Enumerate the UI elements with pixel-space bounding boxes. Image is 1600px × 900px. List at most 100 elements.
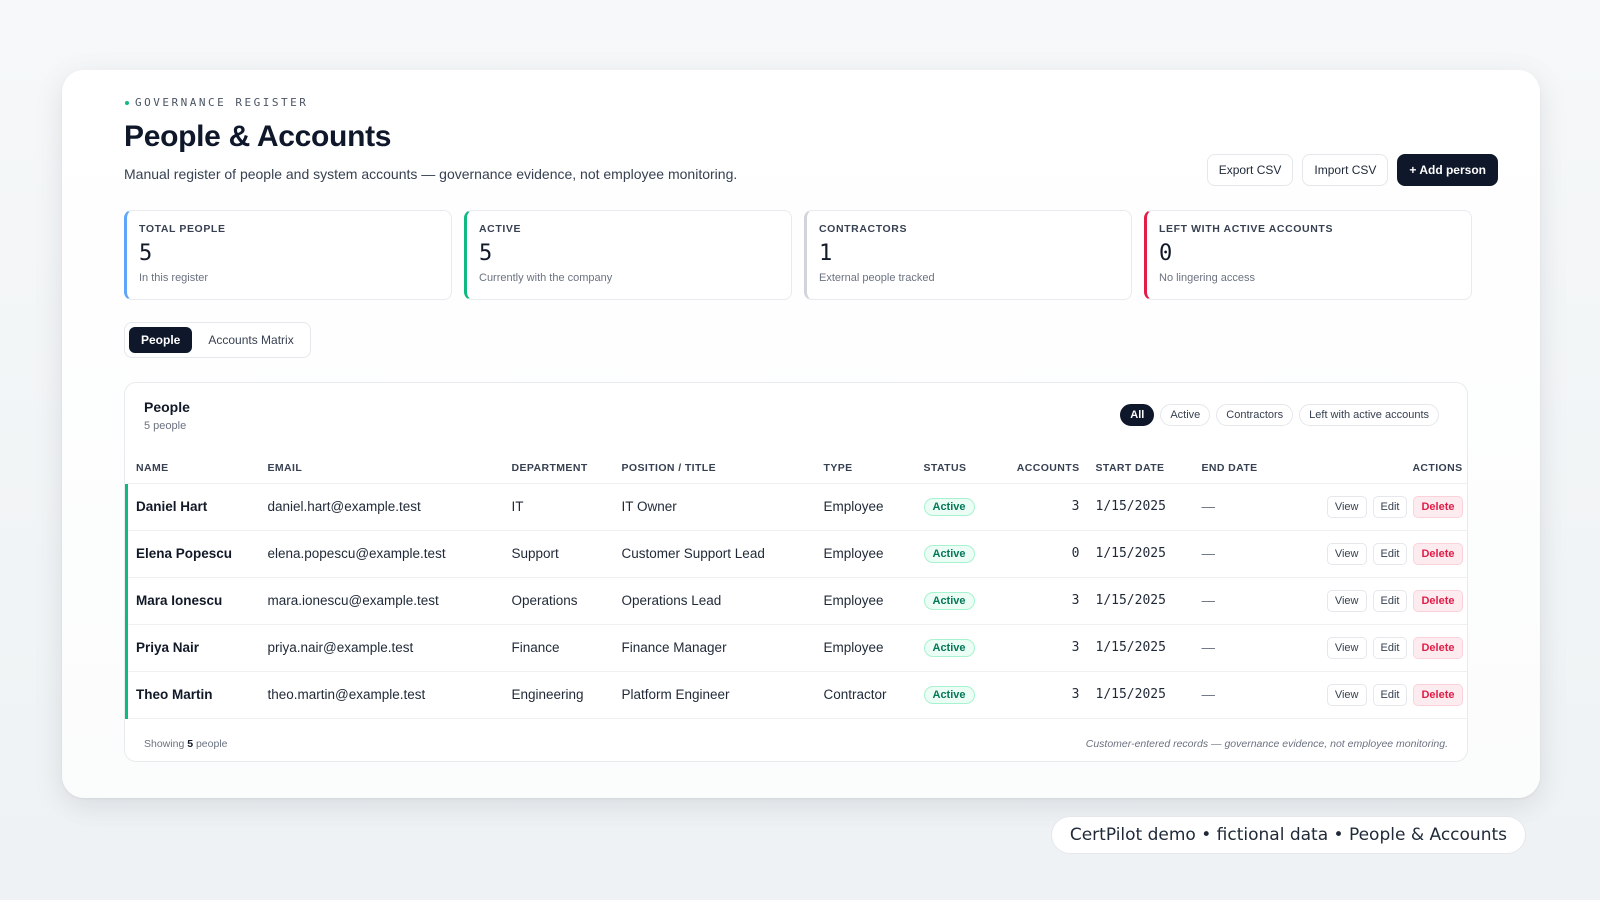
edit-button[interactable]: Edit — [1372, 683, 1408, 706]
filter-chips: All Active Contractors Left with active … — [1120, 404, 1439, 426]
stat-value: 5 — [139, 241, 153, 266]
delete-button[interactable]: Delete — [1413, 542, 1463, 565]
cell-type: Employee — [815, 530, 916, 578]
stat-label: LEFT WITH ACTIVE ACCOUNTS — [1159, 223, 1334, 235]
table-row[interactable]: Priya Nair priya.nair@example.test Finan… — [125, 624, 1467, 672]
people-table: NAME EMAIL DEPARTMENT POSITION / TITLE T… — [125, 453, 1467, 719]
cell-start-date: 1/15/2025 — [1087, 577, 1194, 625]
table-footer-count: Showing 5 people — [144, 738, 228, 750]
column-header-start-date[interactable]: START DATE — [1087, 453, 1194, 484]
cell-email: theo.martin@example.test — [259, 671, 504, 719]
delete-button[interactable]: Delete — [1413, 636, 1463, 659]
filter-contractors[interactable]: Contractors — [1216, 404, 1294, 426]
import-csv-button[interactable]: Import CSV — [1302, 154, 1389, 186]
stat-card-active: ACTIVE 5 Currently with the company — [464, 210, 792, 300]
cell-email: daniel.hart@example.test — [259, 483, 504, 531]
cell-name: Priya Nair — [125, 624, 260, 672]
delete-button[interactable]: Delete — [1413, 683, 1463, 706]
table-footer-note: Customer-entered records — governance ev… — [1085, 738, 1448, 750]
tab-people[interactable]: People — [129, 327, 193, 353]
view-button[interactable]: View — [1326, 589, 1367, 612]
column-header-email[interactable]: EMAIL — [259, 453, 504, 484]
panel-count: 5 people — [144, 420, 187, 432]
cell-start-date: 1/15/2025 — [1087, 530, 1194, 578]
stat-value: 1 — [819, 241, 833, 266]
cell-actions: View Edit Delete — [1285, 483, 1467, 531]
cell-department: IT — [503, 483, 614, 531]
add-person-button[interactable]: + Add person — [1397, 154, 1498, 186]
cell-position: Platform Engineer — [613, 671, 816, 719]
header-actions: Export CSV Import CSV + Add person — [1206, 154, 1498, 186]
status-badge: Active — [923, 685, 975, 704]
filter-active[interactable]: Active — [1160, 404, 1211, 426]
cell-start-date: 1/15/2025 — [1087, 671, 1194, 719]
status-badge: Active — [923, 544, 975, 563]
column-header-end-date[interactable]: END DATE — [1193, 453, 1286, 484]
stat-note: Currently with the company — [479, 272, 613, 284]
page-title: People & Accounts — [124, 120, 392, 153]
column-header-position[interactable]: POSITION / TITLE — [613, 453, 816, 484]
eyebrow-label: GOVERNANCE REGISTER — [135, 96, 309, 109]
delete-button[interactable]: Delete — [1413, 495, 1463, 518]
column-header-status[interactable]: STATUS — [915, 453, 1002, 484]
column-header-accounts[interactable]: ACCOUNTS — [1001, 453, 1088, 484]
view-button[interactable]: View — [1326, 636, 1367, 659]
status-dot-icon — [125, 100, 129, 105]
view-button[interactable]: View — [1326, 683, 1367, 706]
filter-all[interactable]: All — [1120, 404, 1155, 426]
edit-button[interactable]: Edit — [1372, 495, 1408, 518]
cell-name: Daniel Hart — [125, 483, 260, 531]
status-badge: Active — [923, 591, 975, 610]
cell-status: Active — [915, 530, 1002, 578]
edit-button[interactable]: Edit — [1372, 542, 1408, 565]
cell-email: elena.popescu@example.test — [259, 530, 504, 578]
cell-department: Support — [503, 530, 614, 578]
stat-label: TOTAL PEOPLE — [139, 223, 226, 235]
cell-name: Theo Martin — [125, 671, 260, 719]
cell-type: Contractor — [815, 671, 916, 719]
footer-suffix: people — [195, 738, 228, 750]
cell-department: Operations — [503, 577, 614, 625]
cell-email: mara.ionescu@example.test — [259, 577, 504, 625]
cell-type: Employee — [815, 577, 916, 625]
footer-count: 5 — [187, 738, 194, 750]
cell-accounts: 3 — [1001, 483, 1088, 531]
column-header-department[interactable]: DEPARTMENT — [503, 453, 614, 484]
stat-label: CONTRACTORS — [819, 223, 908, 235]
cell-end-date: — — [1193, 624, 1286, 672]
view-tabs: People Accounts Matrix — [124, 322, 311, 358]
cell-end-date: — — [1193, 671, 1286, 719]
tab-accounts-matrix[interactable]: Accounts Matrix — [196, 327, 305, 353]
cell-type: Employee — [815, 624, 916, 672]
cell-accounts: 0 — [1001, 530, 1088, 578]
view-button[interactable]: View — [1326, 495, 1367, 518]
cell-type: Employee — [815, 483, 916, 531]
view-button[interactable]: View — [1326, 542, 1367, 565]
delete-button[interactable]: Delete — [1413, 589, 1463, 612]
table-row[interactable]: Elena Popescu elena.popescu@example.test… — [125, 530, 1467, 578]
export-csv-button[interactable]: Export CSV — [1206, 154, 1294, 186]
filter-left-with-active-accounts[interactable]: Left with active accounts — [1299, 404, 1439, 426]
demo-caption: CertPilot demo • fictional data • People… — [1050, 816, 1526, 854]
table-row[interactable]: Theo Martin theo.martin@example.test Eng… — [125, 671, 1467, 719]
column-header-type[interactable]: TYPE — [815, 453, 916, 484]
stat-note: In this register — [139, 272, 209, 284]
cell-end-date: — — [1193, 530, 1286, 578]
cell-start-date: 1/15/2025 — [1087, 483, 1194, 531]
cell-name: Elena Popescu — [125, 530, 260, 578]
status-badge: Active — [923, 638, 975, 657]
column-header-name[interactable]: NAME — [126, 453, 260, 484]
edit-button[interactable]: Edit — [1372, 589, 1408, 612]
cell-actions: View Edit Delete — [1285, 624, 1467, 672]
cell-start-date: 1/15/2025 — [1087, 624, 1194, 672]
stat-value: 0 — [1159, 241, 1173, 266]
edit-button[interactable]: Edit — [1372, 636, 1408, 659]
stat-note: No lingering access — [1159, 272, 1255, 284]
panel-title: People — [144, 399, 190, 415]
cell-department: Engineering — [503, 671, 614, 719]
cell-accounts: 3 — [1001, 671, 1088, 719]
status-badge: Active — [923, 497, 975, 516]
table-row[interactable]: Mara Ionescu mara.ionescu@example.test O… — [125, 577, 1467, 625]
table-row[interactable]: Daniel Hart daniel.hart@example.test IT … — [125, 483, 1467, 531]
cell-actions: View Edit Delete — [1285, 671, 1467, 719]
